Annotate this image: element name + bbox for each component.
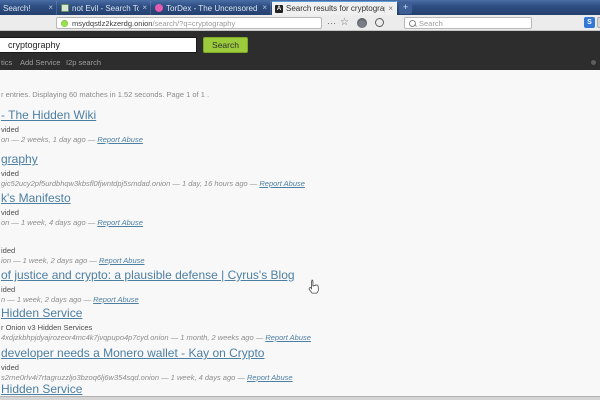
tab-close-icon[interactable]: × (142, 4, 147, 12)
result-description: vided (1, 363, 561, 372)
result-url: n — 1 week, 2 days ago — (1, 295, 93, 304)
toolbar-search-field[interactable]: Search (404, 17, 532, 29)
search-result: - The Hidden Wiki vided on — 2 weeks, 1 … (1, 108, 561, 144)
tab-search-results-active[interactable]: A Search results for cryptography — × (272, 1, 397, 15)
search-result: Hidden Service (1, 382, 561, 396)
result-meta: n — 1 week, 2 days ago — Report Abuse (1, 295, 561, 304)
site-search-input[interactable]: cryptography (0, 37, 197, 53)
result-description: ided (1, 246, 561, 255)
site-search-value: cryptography (8, 40, 60, 50)
search-result: k's Manifesto vided on — 1 week, 4 days … (1, 191, 561, 227)
result-description: ided (1, 285, 561, 294)
tab-tordex[interactable]: TorDex - The Uncensored Tor Sear × (152, 1, 271, 15)
result-title-link[interactable]: developer needs a Monero wallet - Kay on… (1, 346, 561, 360)
result-description: vided (1, 208, 561, 217)
result-description: vided (1, 125, 561, 134)
result-title-link[interactable]: graphy (1, 152, 561, 166)
result-meta: ion — 1 week, 2 days ago — Report Abuse (1, 256, 561, 265)
nav-add-service-link[interactable]: Add Service (20, 58, 60, 67)
result-meta: gic52ucy2pf5urdbhqw3kbsfl0fjwntdpj5smdad… (1, 179, 561, 188)
search-result: Hidden Service r Onion v3 Hidden Service… (1, 306, 561, 342)
result-meta: on — 2 weeks, 1 day ago — Report Abuse (1, 135, 561, 144)
onion-circuit-icon[interactable] (61, 20, 68, 27)
results-area: r entries. Displaying 60 matches in 1.52… (0, 70, 600, 396)
url-host: msydqstlz2kzerdg.onion (72, 19, 152, 28)
bookmark-star-icon[interactable]: ☆ (340, 17, 349, 29)
security-level-icon[interactable] (375, 18, 384, 27)
nav-i2p-search-link[interactable]: I2p search (66, 58, 101, 67)
result-title-link[interactable]: k's Manifesto (1, 191, 561, 205)
tab-title: TorDex - The Uncensored Tor Sear (166, 4, 259, 13)
result-url: 4xdjzkbhpjdyajrozeor4mc4k7jvqpupo4p7cyd.… (1, 333, 265, 342)
result-title-link[interactable]: of justice and crypto: a plausible defen… (1, 268, 561, 282)
tab-close-icon[interactable]: × (48, 4, 53, 12)
result-description: r Onion v3 Hidden Services (1, 323, 561, 332)
report-abuse-link[interactable]: Report Abuse (99, 256, 145, 265)
navigation-toolbar: ⓘ msydqstlz2kzerdg.onion/search/?q=crypt… (0, 15, 600, 31)
search-icon (409, 20, 416, 27)
result-title-link[interactable]: - The Hidden Wiki (1, 108, 561, 122)
noscript-icon[interactable]: S (584, 17, 595, 28)
report-abuse-link[interactable]: Report Abuse (93, 295, 139, 304)
tordex-favicon-icon (155, 4, 163, 12)
tab-partial-search[interactable]: Search! × (0, 1, 57, 15)
nav-statistics-link[interactable]: tics (1, 58, 12, 67)
result-url: s2rne0rlv4i7rtagruzzljo3bzoq6lj6w354sqd.… (1, 373, 247, 382)
result-meta: s2rne0rlv4i7rtagruzzljo3bzoq6lj6w354sqd.… (1, 373, 561, 382)
results-summary: r entries. Displaying 60 matches in 1.52… (1, 90, 209, 99)
result-title-link[interactable] (1, 229, 561, 243)
result-title-link[interactable]: Hidden Service (1, 382, 561, 396)
report-abuse-link[interactable]: Report Abuse (97, 218, 143, 227)
search-placeholder: Search (419, 19, 443, 28)
bottom-edge (0, 396, 600, 400)
ahmia-favicon-icon: A (275, 5, 283, 13)
new-tab-button[interactable]: + (399, 2, 412, 14)
tab-title: Search! (3, 4, 45, 13)
tab-not-evil[interactable]: not Evil - Search Tor × (58, 1, 151, 15)
mouse-cursor-icon (307, 279, 319, 295)
result-description: vided (1, 169, 561, 178)
torbutton-icon[interactable] (357, 18, 367, 28)
tab-close-icon[interactable]: × (388, 5, 393, 13)
url-path: /search/?q=cryptography (152, 19, 235, 28)
result-url: on — 2 weeks, 1 day ago — (1, 135, 97, 144)
search-result: developer needs a Monero wallet - Kay on… (1, 346, 561, 382)
result-title-link[interactable]: Hidden Service (1, 306, 561, 320)
site-search-button[interactable]: Search (203, 37, 248, 53)
search-result: ided ion — 1 week, 2 days ago — Report A… (1, 229, 561, 265)
result-url: gic52ucy2pf5urdbhqw3kbsfl0fjwntdpj5smdad… (1, 179, 259, 188)
tab-bar: Search! × not Evil - Search Tor × TorDex… (0, 0, 600, 15)
report-abuse-link[interactable]: Report Abuse (247, 373, 293, 382)
page-actions-icon[interactable]: ⋯ (327, 17, 336, 29)
url-bar[interactable]: ⓘ msydqstlz2kzerdg.onion/search/?q=crypt… (56, 17, 322, 29)
tab-close-icon[interactable]: × (262, 4, 267, 12)
site-header: cryptography Search tics Add Service I2p… (0, 31, 600, 70)
search-result: graphy vided gic52ucy2pf5urdbhqw3kbsfl0f… (1, 152, 561, 188)
not-evil-favicon-icon (61, 4, 69, 12)
report-abuse-link[interactable]: Report Abuse (265, 333, 311, 342)
tab-title: not Evil - Search Tor (72, 4, 139, 13)
result-url: ion — 1 week, 2 days ago — (1, 256, 99, 265)
report-abuse-link[interactable]: Report Abuse (97, 135, 143, 144)
tab-title: Search results for cryptography — (286, 4, 385, 13)
search-result: of justice and crypto: a plausible defen… (1, 268, 561, 304)
result-url: on — 1 week, 4 days ago — (1, 218, 97, 227)
result-meta: 4xdjzkbhpjdyajrozeor4mc4k7jvqpupo4p7cyd.… (1, 333, 561, 342)
report-abuse-link[interactable]: Report Abuse (259, 179, 305, 188)
header-corner-icon (591, 60, 596, 65)
result-meta: on — 1 week, 4 days ago — Report Abuse (1, 218, 561, 227)
